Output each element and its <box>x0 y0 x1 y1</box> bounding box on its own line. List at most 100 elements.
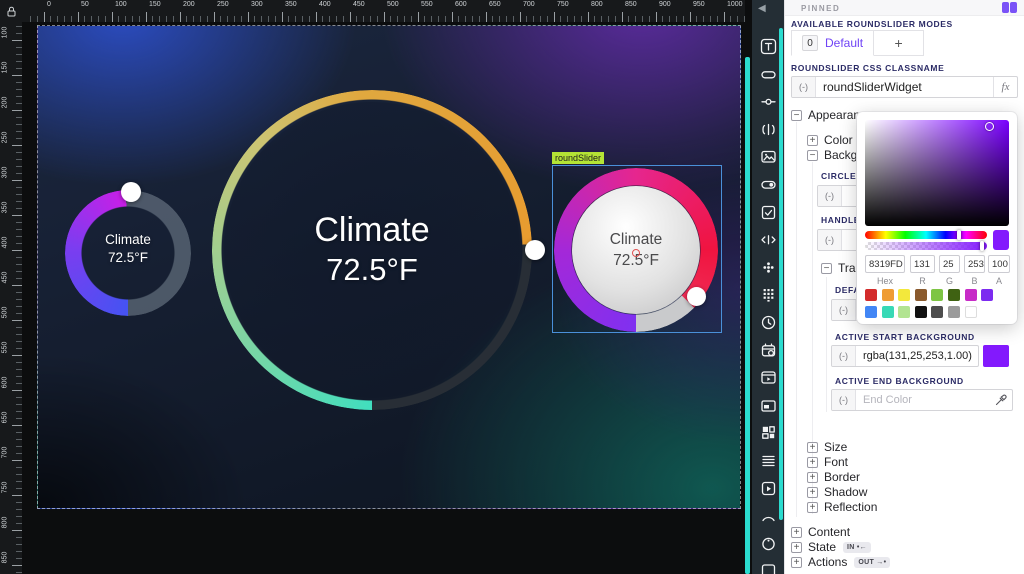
list-tool-icon[interactable] <box>760 452 777 469</box>
canvas-scrollbar[interactable] <box>745 57 750 574</box>
tree-node-reflection[interactable]: + Reflection <box>807 500 877 514</box>
expander-icon[interactable]: + <box>807 472 818 483</box>
expander-icon[interactable]: + <box>791 557 802 568</box>
ruler-tick <box>16 264 22 265</box>
expander-icon[interactable]: + <box>791 542 802 553</box>
h-ruler: 0501001502002503003504004505005506006507… <box>22 0 745 22</box>
slider-tool-icon[interactable] <box>760 93 777 110</box>
tree-node-size[interactable]: + Size <box>807 440 847 454</box>
classname-input[interactable]: roundSliderWidget <box>816 77 993 97</box>
active-end-input[interactable]: End Color <box>856 390 990 410</box>
indent-guide <box>796 122 797 517</box>
ruler-lock-corner[interactable] <box>0 0 22 22</box>
tree-node-border[interactable]: + Border <box>807 470 860 484</box>
ruler-label: 300 <box>251 1 263 8</box>
binding-addon[interactable]: (-) <box>792 77 816 97</box>
pip-tool-icon[interactable] <box>760 397 777 414</box>
preset-color-swatch[interactable] <box>965 306 977 318</box>
transform-origin-marker[interactable] <box>632 249 640 257</box>
text-tool-icon[interactable] <box>760 38 777 55</box>
eyedropper-icon[interactable] <box>990 390 1012 410</box>
knob-tool-icon[interactable] <box>760 535 777 552</box>
blue-input[interactable]: 253 <box>964 255 985 273</box>
saturation-cursor[interactable] <box>985 122 994 131</box>
preset-color-swatch[interactable] <box>981 289 993 301</box>
expander-icon[interactable]: + <box>807 457 818 468</box>
collapse-toolbar-icon[interactable]: ◀ <box>758 3 766 14</box>
circle-bg-label: CIRCLE <box>821 171 856 181</box>
preset-color-swatch[interactable] <box>915 289 927 301</box>
dock-panel-icon[interactable] <box>1002 2 1017 13</box>
alpha-slider[interactable] <box>865 242 987 250</box>
fx-button[interactable]: fx <box>993 77 1017 97</box>
image-tool-icon[interactable] <box>760 148 777 165</box>
preset-color-swatch[interactable] <box>948 289 960 301</box>
active-start-input[interactable]: rgba(131,25,253,1.00) <box>856 346 978 366</box>
ruler-tick <box>343 16 344 22</box>
preset-color-swatch[interactable] <box>965 289 977 301</box>
slider-selected-handle[interactable] <box>687 287 706 306</box>
binding-addon[interactable]: (-) <box>832 300 856 320</box>
expander-icon[interactable]: + <box>807 135 818 146</box>
expander-icon[interactable]: − <box>821 263 832 274</box>
saturation-area[interactable] <box>865 120 1009 226</box>
button-tool-icon[interactable] <box>760 66 777 83</box>
datetime-tool-icon[interactable] <box>760 342 777 359</box>
preset-color-swatch[interactable] <box>882 289 894 301</box>
video-player-tool-icon[interactable] <box>760 480 777 497</box>
binding-addon[interactable]: (-) <box>818 186 842 206</box>
curve-tool-icon[interactable] <box>760 507 777 524</box>
clock-tool-icon[interactable] <box>760 314 777 331</box>
expander-icon[interactable]: + <box>807 487 818 498</box>
preset-color-swatch[interactable] <box>865 289 877 301</box>
keypad-tool-icon[interactable] <box>760 286 777 303</box>
preset-color-swatch[interactable] <box>948 306 960 318</box>
toolbar-scrollbar[interactable] <box>779 28 783 520</box>
slider-large-handle[interactable] <box>525 240 545 260</box>
preset-color-swatch[interactable] <box>898 289 910 301</box>
preset-color-swatch[interactable] <box>931 306 943 318</box>
expander-icon[interactable]: − <box>791 110 802 121</box>
tab-default-mode[interactable]: 0 Default <box>791 30 874 56</box>
preset-color-swatch[interactable] <box>898 306 910 318</box>
expander-icon[interactable]: + <box>791 527 802 538</box>
dashboard-tool-icon[interactable] <box>760 424 777 441</box>
red-input[interactable]: 131 <box>910 255 935 273</box>
expander-icon[interactable]: + <box>807 442 818 453</box>
stepper-tool-icon[interactable] <box>760 121 777 138</box>
green-input[interactable]: 25 <box>939 255 960 273</box>
slider-small-handle[interactable] <box>121 182 141 202</box>
joystick-tool-icon[interactable] <box>760 259 777 276</box>
hue-handle[interactable] <box>957 230 961 240</box>
toggle-tool-icon[interactable] <box>760 176 777 193</box>
tree-node-content[interactable]: + Content <box>791 525 850 539</box>
hue-slider[interactable] <box>865 231 987 239</box>
expander-icon[interactable]: + <box>807 502 818 513</box>
ruler-tick <box>207 16 208 22</box>
checkbox-tool-icon[interactable] <box>760 204 777 221</box>
hex-input[interactable]: 8319FD <box>865 255 905 273</box>
add-mode-button[interactable]: + <box>874 30 924 56</box>
preset-color-swatch[interactable] <box>882 306 894 318</box>
preset-color-swatch[interactable] <box>915 306 927 318</box>
tree-node-color[interactable]: + Color <box>807 133 853 147</box>
tree-node-shadow[interactable]: + Shadow <box>807 485 867 499</box>
ruler-tick-major <box>214 12 215 22</box>
tree-node-state[interactable]: + State IN •← <box>791 540 871 554</box>
tree-node-actions[interactable]: + Actions OUT →• <box>791 555 890 569</box>
binding-addon[interactable]: (-) <box>832 346 856 366</box>
panel-tool-icon[interactable] <box>760 562 777 574</box>
alpha-input[interactable]: 100 <box>988 255 1010 273</box>
binding-addon[interactable]: (-) <box>832 390 856 410</box>
design-canvas[interactable]: Climate 72.5°F Climate 72.5°F roundSlide… <box>37 25 741 509</box>
active-start-color-swatch[interactable] <box>983 345 1009 367</box>
code-embed-tool-icon[interactable] <box>760 231 777 248</box>
preset-color-swatch[interactable] <box>865 306 877 318</box>
expander-icon[interactable]: − <box>807 150 818 161</box>
browser-video-tool-icon[interactable] <box>760 369 777 386</box>
tree-node-font[interactable]: + Font <box>807 455 848 469</box>
ruler-label: 200 <box>2 93 9 113</box>
binding-addon[interactable]: (-) <box>818 230 842 250</box>
preset-color-swatch[interactable] <box>931 289 943 301</box>
alpha-handle[interactable] <box>980 241 984 251</box>
